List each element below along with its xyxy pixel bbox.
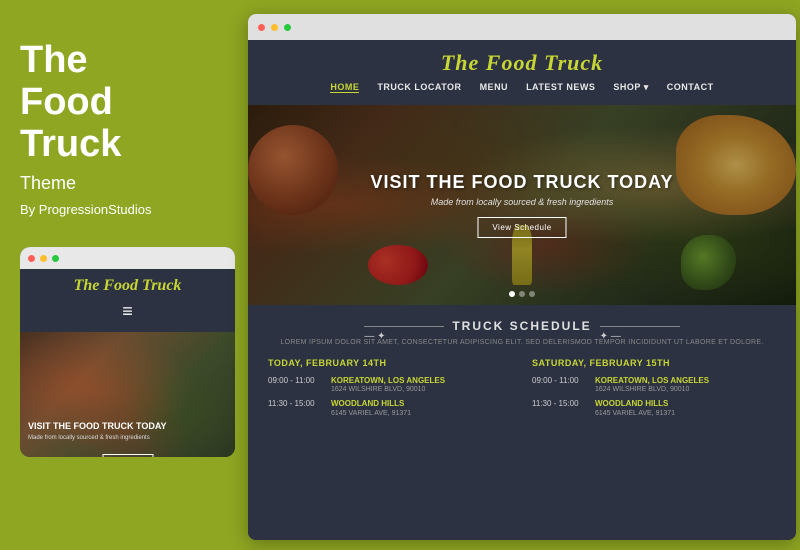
- schedule-time-1-1: 09:00 - 11:00: [268, 376, 323, 385]
- hero-subtitle: Made from locally sourced & fresh ingred…: [370, 197, 673, 207]
- schedule-entry-2-1: 09:00 - 11:00 KOREATOWN, LOS ANGELES 162…: [532, 376, 776, 393]
- schedule-title: TRUCK SCHEDULE: [452, 319, 591, 333]
- nav-item-shop[interactable]: SHOP ▾: [613, 82, 648, 93]
- dot-yellow: [40, 255, 47, 262]
- nav-item-menu[interactable]: MENU: [480, 82, 509, 93]
- schedule-location-2-2: WOODLAND HILLS: [595, 399, 675, 409]
- schedule-time-2-1: 09:00 - 11:00: [532, 376, 587, 385]
- schedule-address-1-1: 1624 WILSHIRE BLVD, 90010: [331, 386, 445, 393]
- schedule-entry-1-2: 11:30 - 15:00 WOODLAND HILLS 6145 VARIEL…: [268, 399, 512, 416]
- mobile-hero: VISIT THE FOOD TRUCK TODAY Made from loc…: [20, 332, 235, 457]
- hero-title: VISIT THE FOOD TRUCK TODAY: [370, 172, 673, 193]
- schedule-columns: TODAY, FEBRUARY 14TH 09:00 - 11:00 KOREA…: [268, 358, 776, 423]
- schedule-line-left: — ✦: [364, 326, 444, 327]
- mobile-view-schedule-button[interactable]: View Schedule: [102, 454, 153, 457]
- schedule-location-2-1: KOREATOWN, LOS ANGELES: [595, 376, 709, 386]
- schedule-location-1-1: KOREATOWN, LOS ANGELES: [331, 376, 445, 386]
- schedule-address-2-2: 6145 VARIEL AVE, 91371: [595, 410, 675, 417]
- hero-dot-2[interactable]: [519, 291, 525, 297]
- hero-section: VISIT THE FOOD TRUCK TODAY Made from loc…: [248, 105, 796, 305]
- nav-item-home[interactable]: HOME: [330, 82, 359, 93]
- schedule-location-block-2-1: KOREATOWN, LOS ANGELES 1624 WILSHIRE BLV…: [595, 376, 709, 393]
- mobile-hero-sub: Made from locally sourced & fresh ingred…: [28, 435, 227, 443]
- browser-dot-red: [258, 24, 265, 31]
- schedule-location-block-2-2: WOODLAND HILLS 6145 VARIEL AVE, 91371: [595, 399, 675, 416]
- hero-dot-3[interactable]: [529, 291, 535, 297]
- mobile-hamburger-icon[interactable]: ≡: [30, 301, 225, 322]
- dot-green: [52, 255, 59, 262]
- site-header: The Food Truck HOME TRUCK LOCATOR MENU L…: [248, 40, 796, 105]
- hero-dot-1[interactable]: [509, 291, 515, 297]
- browser-dot-yellow: [271, 24, 278, 31]
- schedule-day-1-label: TODAY, FEBRUARY 14TH: [268, 358, 512, 368]
- mobile-preview: The Food Truck ≡ VISIT THE FOOD TRUCK TO…: [20, 247, 235, 457]
- schedule-col-day1: TODAY, FEBRUARY 14TH 09:00 - 11:00 KOREA…: [268, 358, 512, 423]
- mobile-content: The Food Truck ≡: [20, 269, 235, 332]
- schedule-line-right: ✦ —: [600, 326, 680, 327]
- theme-subtitle: Theme: [20, 173, 228, 194]
- view-schedule-button[interactable]: View Schedule: [477, 217, 566, 238]
- schedule-title-row: — ✦ TRUCK SCHEDULE ✦ —: [268, 319, 776, 333]
- dot-red: [28, 255, 35, 262]
- schedule-location-block-1-1: KOREATOWN, LOS ANGELES 1624 WILSHIRE BLV…: [331, 376, 445, 393]
- schedule-time-1-2: 11:30 - 15:00: [268, 399, 323, 408]
- browser-dot-green: [284, 24, 291, 31]
- schedule-section: — ✦ TRUCK SCHEDULE ✦ — LOREM IPSUM DOLOR…: [248, 305, 796, 433]
- schedule-entry-1-1: 09:00 - 11:00 KOREATOWN, LOS ANGELES 162…: [268, 376, 512, 393]
- nav-item-latest-news[interactable]: LATEST NEWS: [526, 82, 595, 93]
- theme-author: By ProgressionStudios: [20, 202, 228, 217]
- schedule-entry-2-2: 11:30 - 15:00 WOODLAND HILLS 6145 VARIEL…: [532, 399, 776, 416]
- browser-preview: The Food Truck HOME TRUCK LOCATOR MENU L…: [248, 14, 796, 540]
- browser-content: The Food Truck HOME TRUCK LOCATOR MENU L…: [248, 40, 796, 540]
- mobile-hero-text: VISIT THE FOOD TRUCK TODAY Made from loc…: [28, 421, 227, 443]
- schedule-location-block-1-2: WOODLAND HILLS 6145 VARIEL AVE, 91371: [331, 399, 411, 416]
- left-panel: The Food Truck Theme By ProgressionStudi…: [0, 0, 248, 550]
- schedule-col-day2: SATURDAY, FEBRUARY 15TH 09:00 - 11:00 KO…: [532, 358, 776, 423]
- schedule-address-2-1: 1624 WILSHIRE BLVD, 90010: [595, 386, 709, 393]
- hero-dots: [509, 291, 535, 297]
- theme-title: The Food Truck: [20, 40, 228, 165]
- hero-text-container: VISIT THE FOOD TRUCK TODAY Made from loc…: [370, 172, 673, 238]
- mobile-logo: The Food Truck: [30, 277, 225, 295]
- site-logo: The Food Truck: [248, 50, 796, 76]
- browser-bar: [248, 14, 796, 40]
- schedule-address-1-2: 6145 VARIEL AVE, 91371: [331, 410, 411, 417]
- schedule-location-1-2: WOODLAND HILLS: [331, 399, 411, 409]
- nav-item-truck-locator[interactable]: TRUCK LOCATOR: [377, 82, 461, 93]
- mobile-hero-title: VISIT THE FOOD TRUCK TODAY: [28, 421, 227, 432]
- site-nav: HOME TRUCK LOCATOR MENU LATEST NEWS SHOP…: [248, 82, 796, 99]
- mobile-bar: [20, 247, 235, 269]
- schedule-time-2-2: 11:30 - 15:00: [532, 399, 587, 408]
- nav-item-contact[interactable]: CONTACT: [667, 82, 714, 93]
- schedule-description: LOREM IPSUM DOLOR SIT AMET, CONSECTETUR …: [268, 339, 776, 346]
- schedule-day-2-label: SATURDAY, FEBRUARY 15TH: [532, 358, 776, 368]
